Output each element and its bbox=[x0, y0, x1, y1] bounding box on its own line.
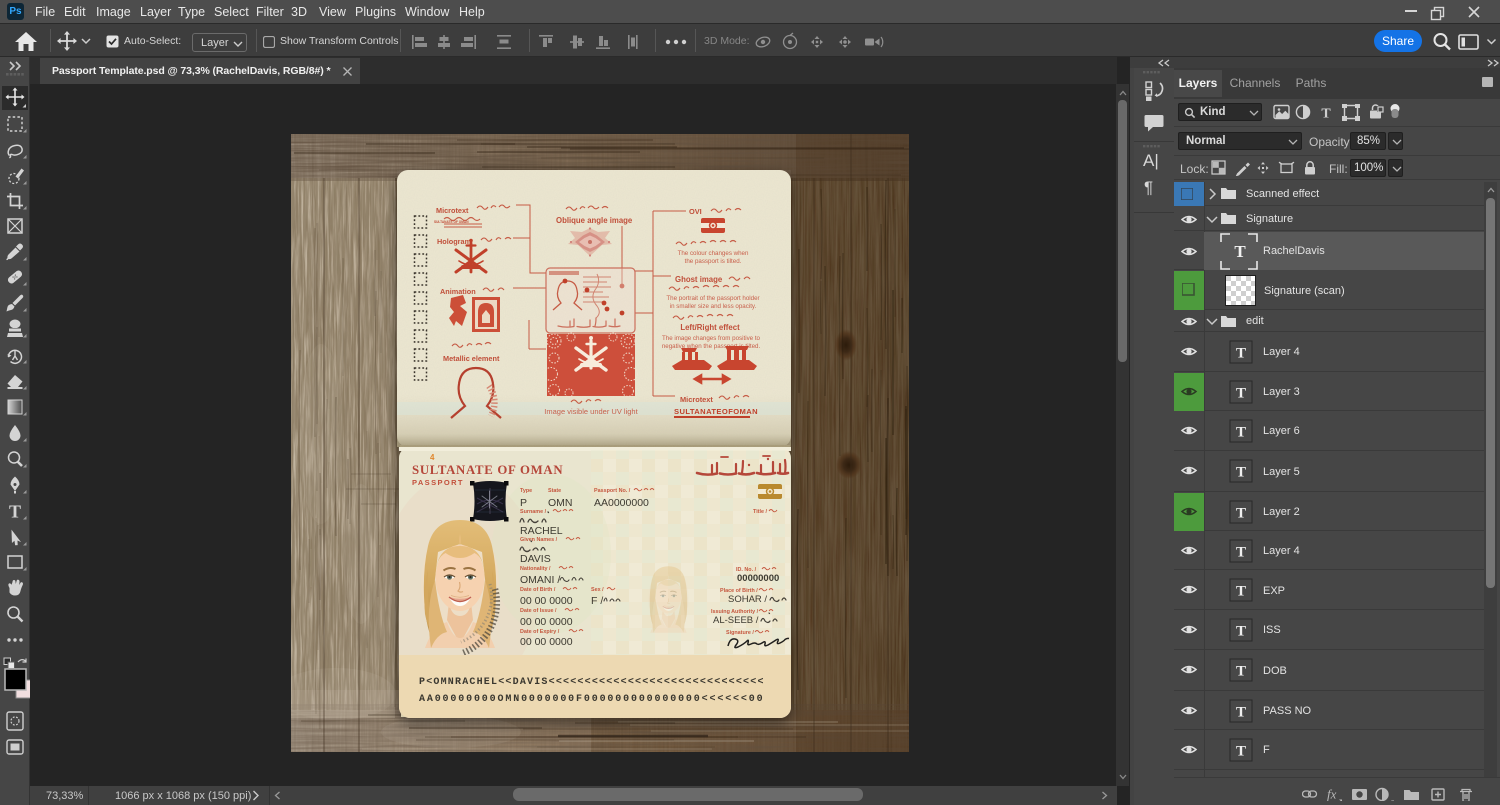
svg-text:4: 4 bbox=[430, 453, 435, 462]
svg-text:OVI: OVI bbox=[689, 207, 702, 216]
svg-text:The portrait of the passport h: The portrait of the passport holder bbox=[666, 295, 759, 302]
svg-text:Sex /: Sex / bbox=[591, 587, 610, 593]
svg-text:00 00 0000: 00 00 0000 bbox=[520, 595, 573, 607]
svg-text:The image changes from positiv: The image changes from positive to bbox=[662, 335, 761, 342]
svg-text:AA0000000: AA0000000 bbox=[594, 497, 649, 509]
svg-text:Oblique angle image: Oblique angle image bbox=[556, 216, 633, 225]
svg-text:Type: Type bbox=[520, 488, 532, 494]
svg-text:Microtext: Microtext bbox=[680, 395, 713, 404]
svg-text:OMN: OMN bbox=[548, 497, 573, 509]
svg-text:Image visible under UV light: Image visible under UV light bbox=[544, 407, 638, 416]
svg-text:DAVIS: DAVIS bbox=[520, 553, 551, 565]
svg-text:Date of Expiry /: Date of Expiry / bbox=[520, 629, 567, 635]
svg-text:Ghost image: Ghost image bbox=[675, 275, 723, 284]
svg-text:the passport is tilted.: the passport is tilted. bbox=[685, 258, 742, 265]
svg-text:Date of Birth /: Date of Birth / bbox=[520, 587, 564, 593]
svg-text:00 00 0000: 00 00 0000 bbox=[520, 616, 573, 628]
svg-text:AL-SEEB /: AL-SEEB / bbox=[713, 615, 759, 626]
svg-text:T: T bbox=[1321, 107, 1331, 122]
svg-text:PASSPORT: PASSPORT bbox=[412, 478, 464, 487]
svg-text:Surname /: Surname / bbox=[520, 509, 558, 515]
svg-text:OMANI /: OMANI / bbox=[520, 574, 560, 586]
svg-text:00 00 0000: 00 00 0000 bbox=[520, 636, 573, 648]
svg-text:SULTANATE OF OMAN: SULTANATE OF OMAN bbox=[412, 463, 563, 477]
svg-text:AA00000000OMN0000000F000000000: AA00000000OMN0000000F000000000000000<<<<… bbox=[419, 694, 764, 705]
svg-text:The colour changes when: The colour changes when bbox=[678, 250, 749, 257]
svg-text:SULTANATEOFOMAN: SULTANATEOFOMAN bbox=[674, 407, 758, 416]
svg-text:F /: F / bbox=[591, 595, 603, 607]
svg-text:Metallic element: Metallic element bbox=[443, 354, 500, 363]
svg-text:P: P bbox=[520, 497, 527, 509]
svg-text:00000000: 00000000 bbox=[737, 573, 779, 584]
svg-text:Given Names /: Given Names / bbox=[520, 537, 568, 543]
svg-text:Microtext: Microtext bbox=[436, 206, 469, 215]
svg-text:in smaller size and less opaci: in smaller size and less opacity. bbox=[670, 303, 757, 310]
svg-text:P<OMNRACHEL<<DAVIS<<<<<<<<<<<<: P<OMNRACHEL<<DAVIS<<<<<<<<<<<<<<<<<<<<<<… bbox=[419, 677, 765, 688]
svg-text:fx: fx bbox=[1327, 787, 1337, 801]
svg-text:Animation: Animation bbox=[440, 287, 476, 296]
svg-text:T: T bbox=[9, 502, 21, 522]
svg-text:Left/Right effect: Left/Right effect bbox=[680, 323, 740, 332]
svg-text:SOHAR /: SOHAR / bbox=[728, 594, 767, 605]
svg-text:State: State bbox=[548, 488, 561, 494]
svg-text:Nationality /: Nationality / bbox=[520, 566, 561, 572]
svg-text:Date of Issue /: Date of Issue / bbox=[520, 608, 564, 614]
svg-text:RACHEL: RACHEL bbox=[520, 525, 563, 537]
